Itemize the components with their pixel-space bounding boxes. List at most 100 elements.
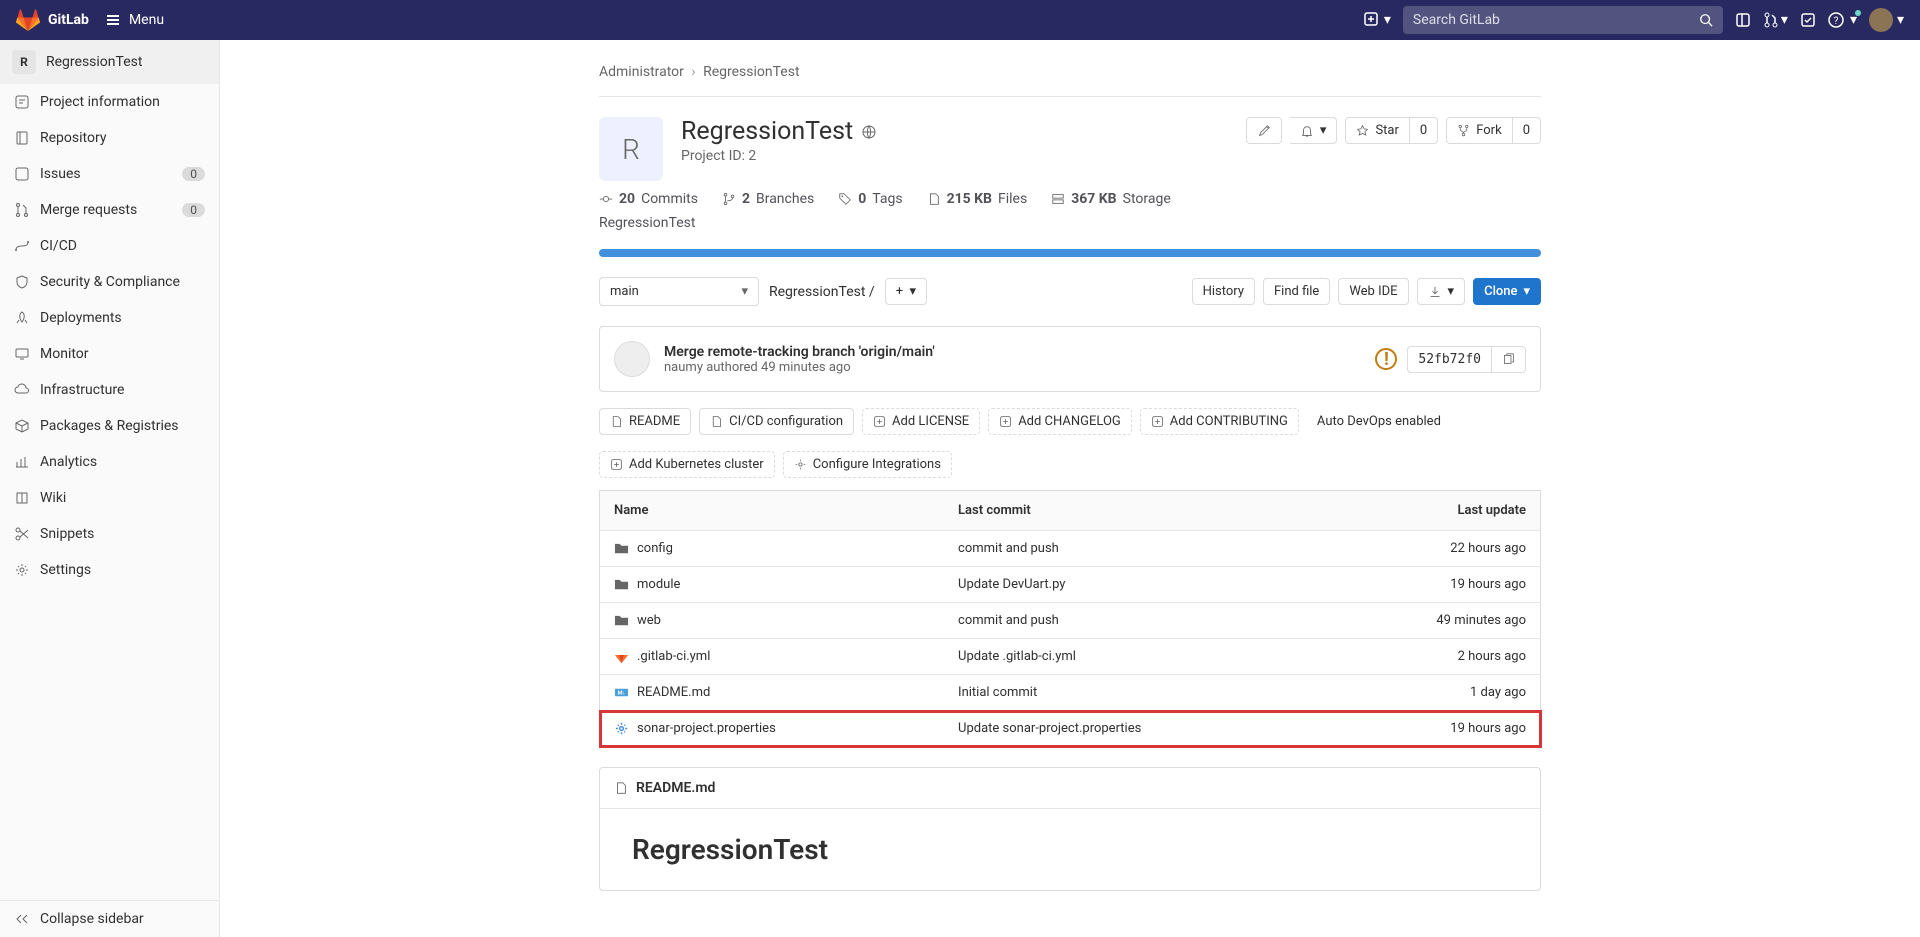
file-commit[interactable]: Update .gitlab-ci.yml bbox=[944, 639, 1327, 675]
sidebar-item-monitor[interactable]: Monitor bbox=[0, 336, 219, 372]
file-commit[interactable]: commit and push bbox=[944, 603, 1327, 639]
download-button[interactable]: ▾ bbox=[1417, 278, 1466, 305]
table-row[interactable]: webcommit and push49 minutes ago bbox=[600, 603, 1541, 639]
cloud-icon bbox=[14, 382, 30, 398]
edit-button[interactable] bbox=[1246, 117, 1282, 144]
help-icon[interactable]: ?▾ bbox=[1828, 12, 1857, 28]
search-input[interactable] bbox=[1413, 12, 1699, 28]
breadcrumb: Administrator › RegressionTest bbox=[599, 56, 1541, 97]
star-button[interactable]: Star bbox=[1345, 117, 1409, 144]
table-row[interactable]: sonar-project.properties Update sonar-pro… bbox=[600, 711, 1541, 747]
sidebar-item-infrastructure[interactable]: Infrastructure bbox=[0, 372, 219, 408]
chip-kubernetes[interactable]: Add Kubernetes cluster bbox=[599, 451, 775, 478]
find-file-button[interactable]: Find file bbox=[1263, 278, 1330, 305]
file-name[interactable]: M↓README.md bbox=[614, 685, 930, 700]
language-bar bbox=[599, 249, 1541, 257]
todos-icon[interactable] bbox=[1800, 12, 1816, 28]
branches-stat[interactable]: 2 Branches bbox=[722, 191, 814, 207]
history-button[interactable]: History bbox=[1192, 278, 1255, 305]
commit-avatar bbox=[614, 341, 650, 377]
clone-button[interactable]: Clone ▾ bbox=[1473, 278, 1541, 305]
user-avatar[interactable]: ▾ bbox=[1869, 8, 1904, 32]
fork-count[interactable]: 0 bbox=[1513, 117, 1541, 144]
shield-icon bbox=[14, 274, 30, 290]
chip-readme[interactable]: README bbox=[599, 408, 691, 435]
sidebar-item-project-info[interactable]: Project information bbox=[0, 84, 219, 120]
copy-icon bbox=[1502, 353, 1515, 366]
chip-cicd[interactable]: CI/CD configuration bbox=[699, 408, 854, 435]
last-commit-box: Merge remote-tracking branch 'origin/mai… bbox=[599, 326, 1541, 392]
chip-devops[interactable]: Auto DevOps enabled bbox=[1307, 408, 1451, 435]
doc-icon bbox=[710, 415, 723, 428]
table-row[interactable]: moduleUpdate DevUart.py19 hours ago bbox=[600, 567, 1541, 603]
search-icon bbox=[1699, 13, 1713, 27]
tag-icon bbox=[838, 192, 852, 206]
chip-contributing[interactable]: Add CONTRIBUTING bbox=[1140, 408, 1299, 435]
gitlab-logo[interactable]: GitLab bbox=[16, 8, 89, 32]
sidebar-item-repository[interactable]: Repository bbox=[0, 120, 219, 156]
table-row[interactable]: .gitlab-ci.ymlUpdate .gitlab-ci.yml2 hou… bbox=[600, 639, 1541, 675]
file-time: 1 day ago bbox=[1327, 675, 1541, 711]
commit-author: naumy authored bbox=[664, 360, 758, 375]
sidebar-item-wiki[interactable]: Wiki bbox=[0, 480, 219, 516]
file-commit[interactable]: commit and push bbox=[944, 531, 1327, 567]
file-name[interactable]: config bbox=[614, 541, 930, 556]
files-stat[interactable]: 215 KB Files bbox=[927, 191, 1028, 207]
sidebar-item-issues[interactable]: Issues0 bbox=[0, 156, 219, 192]
web-ide-button[interactable]: Web IDE bbox=[1338, 278, 1408, 305]
branch-select[interactable]: main bbox=[599, 277, 759, 306]
table-row[interactable]: M↓README.md Initial commit1 day ago bbox=[600, 675, 1541, 711]
sidebar-item-security[interactable]: Security & Compliance bbox=[0, 264, 219, 300]
table-row[interactable]: configcommit and push22 hours ago bbox=[600, 531, 1541, 567]
add-dropdown[interactable]: + ▾ bbox=[885, 278, 927, 305]
sidebar-item-settings[interactable]: Settings bbox=[0, 552, 219, 588]
project-id-label: Project ID: 2 bbox=[681, 148, 1228, 164]
chip-changelog[interactable]: Add CHANGELOG bbox=[988, 408, 1132, 435]
commit-message[interactable]: Merge remote-tracking branch 'origin/mai… bbox=[664, 344, 935, 360]
file-commit[interactable]: Update DevUart.py bbox=[944, 567, 1327, 603]
file-commit[interactable]: Initial commit bbox=[944, 675, 1327, 711]
sidebar-item-deployments[interactable]: Deployments bbox=[0, 300, 219, 336]
tags-stat[interactable]: 0 Tags bbox=[838, 191, 902, 207]
chip-integrations[interactable]: Configure Integrations bbox=[783, 451, 952, 478]
merge-requests-icon[interactable]: ▾ bbox=[1763, 12, 1788, 28]
sidebar-item-snippets[interactable]: Snippets bbox=[0, 516, 219, 552]
plus-icon bbox=[873, 415, 886, 428]
top-header: GitLab Menu ▾ ▾ ?▾ ▾ bbox=[0, 0, 1920, 40]
project-description: RegressionTest bbox=[599, 215, 1541, 231]
sidebar-item-merge[interactable]: Merge requests0 bbox=[0, 192, 219, 228]
file-name[interactable]: module bbox=[614, 577, 930, 592]
fork-button[interactable]: Fork bbox=[1446, 117, 1512, 144]
notify-button[interactable]: ▾ bbox=[1290, 117, 1338, 144]
svg-text:M↓: M↓ bbox=[618, 690, 626, 696]
menu-label: Menu bbox=[129, 12, 164, 28]
sidebar-item-cicd[interactable]: CI/CD bbox=[0, 228, 219, 264]
star-count[interactable]: 0 bbox=[1410, 117, 1438, 144]
breadcrumb-project[interactable]: RegressionTest bbox=[703, 64, 799, 80]
chip-license[interactable]: Add LICENSE bbox=[862, 408, 980, 435]
file-name[interactable]: .gitlab-ci.yml bbox=[614, 649, 930, 664]
breadcrumb-owner[interactable]: Administrator bbox=[599, 64, 684, 80]
pipeline-warning-icon[interactable]: ! bbox=[1375, 348, 1397, 370]
sidebar-item-packages[interactable]: Packages & Registries bbox=[0, 408, 219, 444]
sidebar-item-analytics[interactable]: Analytics bbox=[0, 444, 219, 480]
file-commit[interactable]: Update sonar-project.properties bbox=[944, 711, 1327, 747]
pencil-icon bbox=[1257, 124, 1271, 138]
doc-icon bbox=[610, 415, 623, 428]
file-name[interactable]: sonar-project.properties bbox=[614, 721, 930, 736]
commit-sha[interactable]: 52fb72f0 bbox=[1407, 346, 1492, 373]
issues-icon[interactable] bbox=[1735, 12, 1751, 28]
sidebar-project-header[interactable]: R RegressionTest bbox=[0, 40, 219, 84]
new-dropdown[interactable]: ▾ bbox=[1364, 12, 1391, 28]
file-name[interactable]: web bbox=[614, 613, 930, 628]
menu-button[interactable]: Menu bbox=[105, 12, 164, 28]
project-badge: R bbox=[12, 50, 36, 74]
collapse-icon bbox=[14, 911, 30, 927]
search-box[interactable] bbox=[1403, 6, 1723, 34]
collapse-sidebar-button[interactable]: Collapse sidebar bbox=[0, 901, 219, 937]
star-icon bbox=[1356, 124, 1369, 137]
path-breadcrumb[interactable]: RegressionTest / bbox=[769, 284, 875, 300]
copy-sha-button[interactable] bbox=[1492, 346, 1526, 373]
commits-stat[interactable]: 20 Commits bbox=[599, 191, 698, 207]
storage-stat[interactable]: 367 KB Storage bbox=[1051, 191, 1171, 207]
